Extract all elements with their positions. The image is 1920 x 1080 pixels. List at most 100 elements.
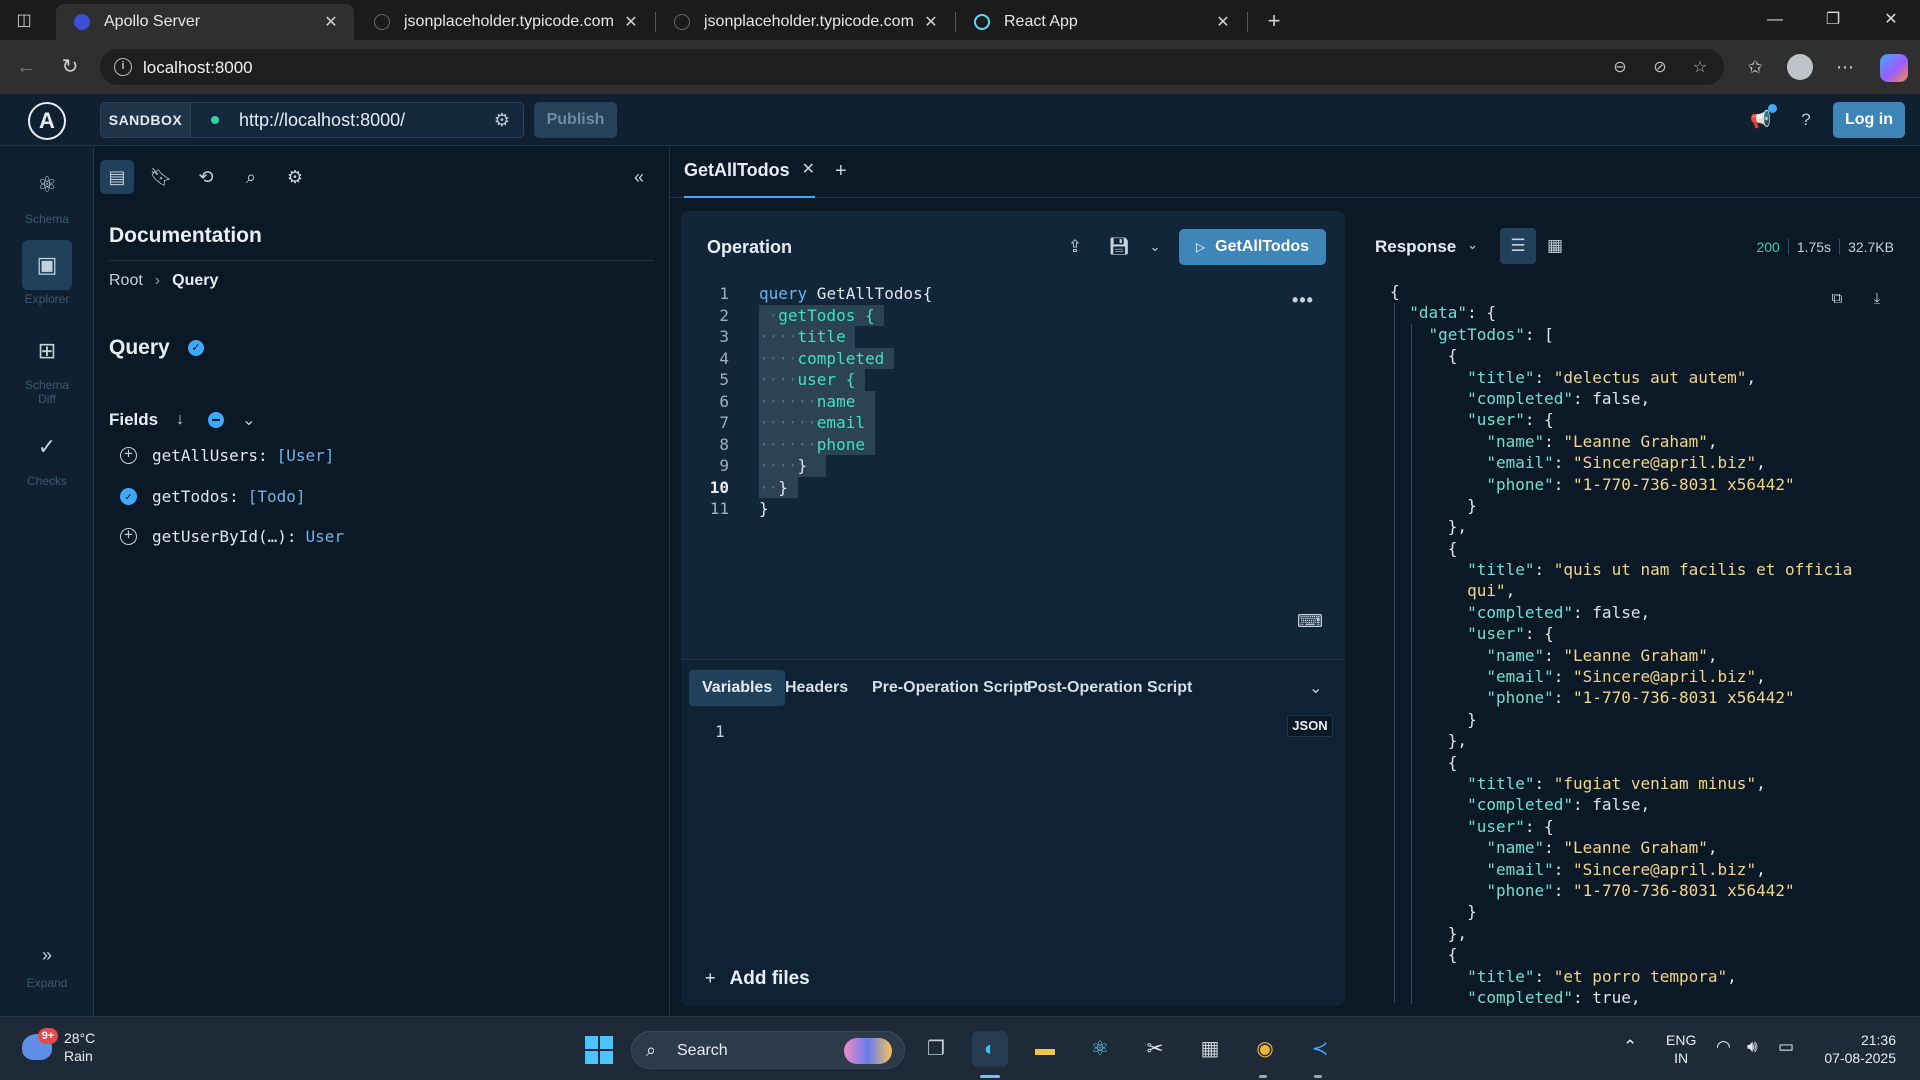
window-close-icon[interactable]: ✕	[1862, 0, 1920, 40]
browser-tab-todos[interactable]: jsonplaceholder.typicode.com/to ✕	[356, 4, 654, 40]
more-menu-icon[interactable]: ⋯	[1831, 53, 1859, 81]
refresh-icon[interactable]: ↻	[56, 53, 84, 81]
nav-expand[interactable]: » Expand	[0, 942, 94, 990]
close-icon[interactable]: ✕	[922, 12, 940, 32]
maximize-icon[interactable]: ❐	[1804, 0, 1862, 40]
close-icon[interactable]: ✕	[802, 160, 815, 180]
vscode-icon[interactable]: ≺	[1302, 1031, 1338, 1067]
share-icon[interactable]: ⇪	[1063, 235, 1087, 259]
nav-item-schema-diff[interactable]: ⊞ Schema Diff	[0, 326, 94, 406]
task-view-icon[interactable]: ❐	[918, 1031, 954, 1067]
battery-icon[interactable]: ▭	[1778, 1037, 1794, 1057]
field-type[interactable]: User	[306, 527, 345, 546]
collapse-chevrons-icon[interactable]: ⌄	[1309, 678, 1322, 698]
browser-tab-users[interactable]: jsonplaceholder.typicode.com/us ✕	[656, 4, 954, 40]
browser-tab-apollo[interactable]: Apollo Server ✕	[56, 4, 354, 40]
add-tab-icon[interactable]: +	[835, 160, 847, 183]
calculator-icon[interactable]: ▦	[1192, 1031, 1228, 1067]
line-number[interactable]: 1	[715, 722, 725, 741]
weather-widget[interactable]: 9+ 28°C Rain	[22, 1028, 95, 1065]
search-icon[interactable]: ⌕	[234, 160, 268, 194]
copilot-icon[interactable]	[1880, 54, 1908, 82]
response-label[interactable]: Response	[1375, 237, 1456, 257]
nav-item-checks[interactable]: ✓ Checks	[0, 422, 94, 488]
keyboard-shortcuts-icon[interactable]: ⌨	[1297, 611, 1323, 632]
wifi-icon[interactable]: ◠	[1716, 1037, 1731, 1057]
history-icon[interactable]: ⟲	[189, 160, 223, 194]
url-text[interactable]: localhost:8000	[143, 58, 253, 78]
close-icon[interactable]: ✕	[622, 12, 640, 32]
operation-editor[interactable]: 1 query GetAllTodos{ 2 ·getTodos { 3 ····t…	[681, 283, 1281, 520]
check-circle-icon[interactable]: ✓	[120, 488, 137, 505]
response-time: 1.75s	[1787, 239, 1839, 255]
json-value: Leanne Graham	[1573, 645, 1699, 665]
add-files-button[interactable]: + Add files	[705, 968, 810, 990]
response-json[interactable]: { "data": { "getTodos": [ { "title": "de…	[1390, 281, 1910, 1006]
tab-variables[interactable]: Variables	[689, 670, 786, 706]
info-icon[interactable]: i	[114, 58, 132, 76]
chrome-icon[interactable]: ◉	[1247, 1031, 1283, 1067]
favorite-star-icon[interactable]: ☆	[1690, 58, 1710, 78]
help-icon[interactable]: ?	[1794, 108, 1818, 132]
close-icon[interactable]: ✕	[322, 12, 340, 32]
code-brace: }	[797, 456, 808, 475]
close-icon[interactable]: ✕	[1214, 12, 1232, 32]
chevron-up-icon[interactable]: ⌃	[1623, 1037, 1637, 1057]
system-clock[interactable]: 21:36 07-08-2025	[1818, 1031, 1896, 1067]
chevron-down-icon[interactable]: ⌄	[1467, 237, 1478, 253]
tab-getalltodos[interactable]: GetAllTodos ✕	[684, 160, 816, 198]
nav-item-explorer[interactable]: ▣ Explorer	[0, 240, 94, 306]
tracking-prevention-icon[interactable]: ⊘	[1650, 58, 1670, 78]
minimize-icon[interactable]: —	[1746, 0, 1804, 40]
taskbar-search[interactable]: ⌕ Search	[631, 1031, 905, 1069]
chevron-down-icon[interactable]: ⌄	[1143, 235, 1167, 259]
back-arrow-icon[interactable]: ←	[12, 53, 40, 81]
add-field-icon[interactable]: +	[120, 528, 137, 545]
table-view-icon[interactable]: ▦	[1537, 228, 1573, 264]
run-operation-button[interactable]: ▷ GetAllTodos	[1179, 229, 1326, 265]
more-options-icon[interactable]: •••	[1291, 290, 1315, 311]
volume-icon[interactable]: 🔊︎	[1747, 1037, 1758, 1057]
code-field: phone	[816, 434, 865, 454]
browser-tab-react[interactable]: React App ✕	[956, 4, 1246, 40]
sandbox-endpoint-group: SANDBOX http://localhost:8000/ ⚙	[100, 102, 524, 138]
apollo-logo-icon[interactable]: A	[28, 102, 66, 140]
save-icon[interactable]: 💾︎	[1107, 235, 1131, 259]
json-view-icon[interactable]: ☰	[1500, 228, 1536, 264]
field-row-getallusers[interactable]: + getAllUsers: [User]	[120, 446, 334, 465]
gear-icon[interactable]: ⚙	[491, 109, 513, 131]
windows-start-icon[interactable]	[585, 1036, 613, 1064]
chevron-down-icon[interactable]: ⌄	[242, 410, 255, 430]
react-devtools-icon[interactable]: ⚛	[1082, 1031, 1118, 1067]
documentation-tab-icon[interactable]: ▤	[100, 160, 134, 194]
add-field-icon[interactable]: +	[120, 447, 137, 464]
field-type[interactable]: [Todo]	[248, 487, 306, 506]
field-row-gettodos[interactable]: ✓ getTodos: [Todo]	[120, 487, 306, 506]
new-tab-icon[interactable]: +	[1258, 8, 1290, 34]
json-format-badge[interactable]: JSON	[1287, 715, 1333, 737]
login-button[interactable]: Log in	[1833, 102, 1905, 138]
profile-avatar[interactable]	[1787, 54, 1813, 80]
favorites-icon[interactable]: ✩	[1741, 53, 1769, 81]
collapse-panel-icon[interactable]: «	[626, 164, 652, 190]
publish-button[interactable]: Publish	[534, 102, 617, 138]
settings-gear-icon[interactable]: ⚙	[278, 160, 312, 194]
field-row-getuserbyid[interactable]: + getUserById(…): User	[120, 527, 344, 546]
breadcrumb-root[interactable]: Root	[109, 272, 143, 290]
deselect-all-icon[interactable]	[208, 412, 225, 428]
tab-post-operation-script[interactable]: Post-Operation Script	[1014, 670, 1205, 706]
sort-arrow-down-icon[interactable]: ↓	[176, 411, 184, 429]
bookmark-icon[interactable]: 🔖︎	[144, 160, 178, 194]
tab-actions-icon[interactable]: ◫	[8, 8, 40, 34]
endpoint-url-input[interactable]: http://localhost:8000/	[239, 110, 405, 131]
json-value: true	[1592, 987, 1631, 1006]
edge-browser-icon[interactable]: ◐	[972, 1031, 1008, 1067]
url-field[interactable]: i localhost:8000 ⊖ ⊘ ☆	[100, 49, 1724, 85]
language-indicator[interactable]: ENG IN	[1666, 1031, 1696, 1067]
file-explorer-icon[interactable]: ▬	[1027, 1031, 1063, 1067]
snipping-tool-icon[interactable]: ✂	[1137, 1031, 1173, 1067]
zoom-out-icon[interactable]: ⊖	[1610, 58, 1630, 78]
nav-item-schema[interactable]: ⚛ Schema	[0, 160, 94, 226]
tab-headers[interactable]: Headers	[772, 670, 861, 706]
field-type[interactable]: [User]	[277, 446, 335, 465]
